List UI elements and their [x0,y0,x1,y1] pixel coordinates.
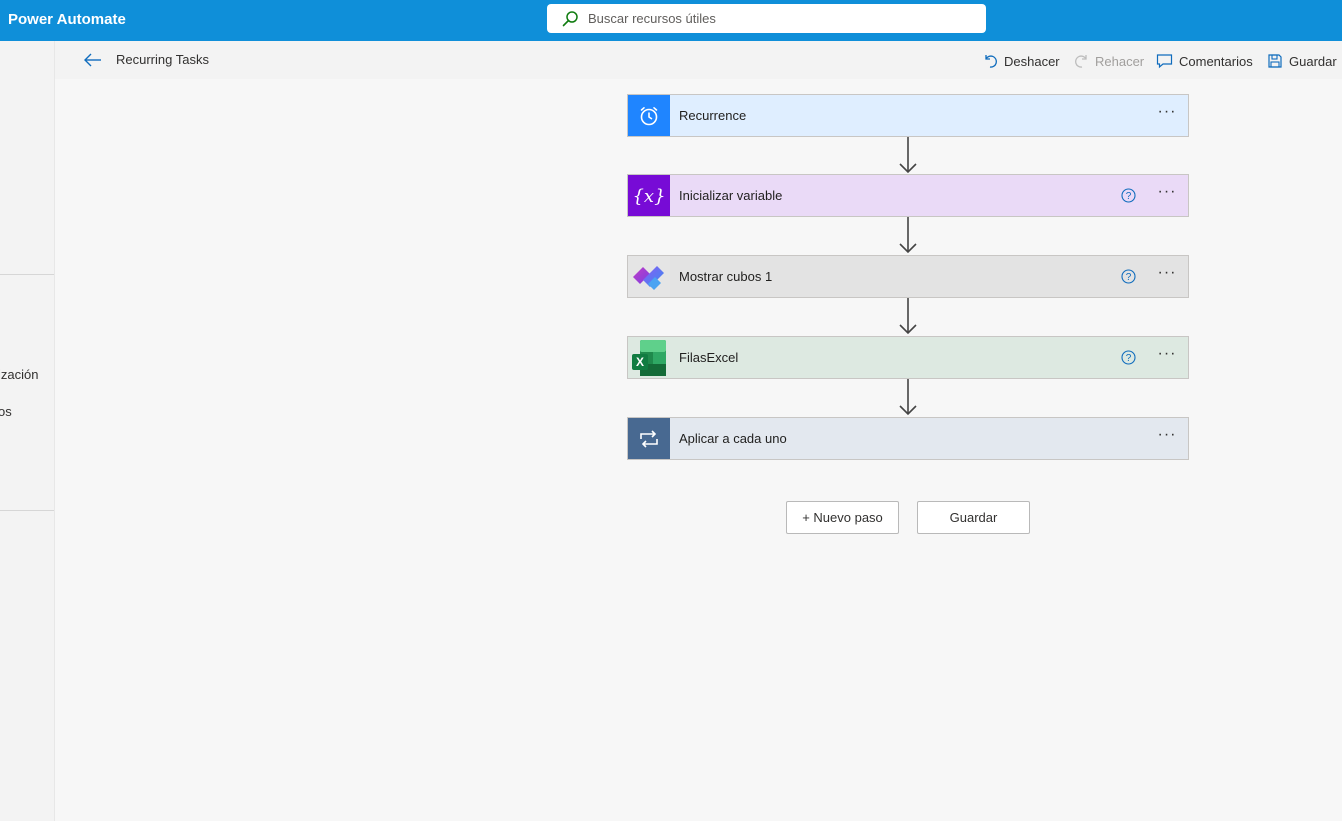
nav-divider [0,274,54,275]
step-card-apply-to-each[interactable]: Aplicar a cada uno ··· [627,417,1189,460]
save-command-label: Guardar [1289,53,1337,69]
undo-button[interactable]: Deshacer [983,50,1060,72]
more-options-icon[interactable]: ··· [1156,427,1178,448]
top-bar: Power Automate [0,0,1342,41]
nav-item-partial-2[interactable]: os [0,404,12,419]
excel-icon: X [628,337,670,378]
svg-text:{x}: {x} [633,186,665,207]
flow-arrow-icon [899,137,917,174]
planner-icon [628,256,670,297]
comments-label: Comentarios [1179,53,1253,69]
step-card-recurrence[interactable]: Recurrence ··· [627,94,1189,137]
help-icon[interactable]: ? [1121,269,1136,284]
redo-icon [1074,55,1087,68]
svg-text:X: X [636,355,644,369]
more-options-icon[interactable]: ··· [1156,104,1178,125]
comments-button[interactable]: Comentarios [1156,50,1253,72]
left-navigation: ización os [0,41,55,821]
nav-item-partial-1[interactable]: ización [0,367,38,382]
step-title: Aplicar a cada uno [679,431,787,446]
search-input[interactable] [588,9,968,28]
step-card-initialize-variable[interactable]: {x} Inicializar variable ? ··· [627,174,1189,217]
step-title: FilasExcel [679,350,739,365]
step-title: Mostrar cubos 1 [679,269,773,284]
flow-name: Recurring Tasks [116,52,209,67]
nav-divider [0,510,54,511]
back-arrow-icon[interactable] [82,50,104,70]
step-card-excel[interactable]: X FilasExcel ? ··· [627,336,1189,379]
new-step-button[interactable]: + Nuevo paso [786,501,899,534]
flow-arrow-icon [899,298,917,335]
redo-label: Rehacer [1095,53,1145,69]
flow-arrow-icon [899,217,917,254]
svg-text:?: ? [1126,353,1132,364]
step-card-planner[interactable]: Mostrar cubos 1 ? ··· [627,255,1189,298]
comment-icon [1156,54,1173,69]
save-button[interactable]: Guardar [917,501,1030,534]
loop-icon [628,418,670,459]
more-options-icon[interactable]: ··· [1156,346,1178,367]
more-options-icon[interactable]: ··· [1156,184,1178,205]
step-title: Inicializar variable [679,188,783,203]
more-options-icon[interactable]: ··· [1156,265,1178,286]
clock-icon [628,95,670,136]
help-icon[interactable]: ? [1121,188,1136,203]
save-icon [1268,54,1282,68]
undo-label: Deshacer [1004,53,1060,69]
help-icon[interactable]: ? [1121,350,1136,365]
undo-icon [985,55,998,68]
search-icon [562,11,578,27]
app-title[interactable]: Power Automate [8,11,126,28]
svg-text:?: ? [1126,191,1132,202]
step-title: Recurrence [679,108,747,123]
svg-text:?: ? [1126,272,1132,283]
search-box[interactable] [547,4,986,33]
variable-icon: {x} [628,175,670,216]
flow-arrow-icon [899,379,917,416]
redo-button[interactable]: Rehacer [1074,50,1144,72]
command-bar: Recurring Tasks Deshacer Rehacer Comenta… [55,41,1342,79]
save-command-button[interactable]: Guardar [1267,50,1337,72]
